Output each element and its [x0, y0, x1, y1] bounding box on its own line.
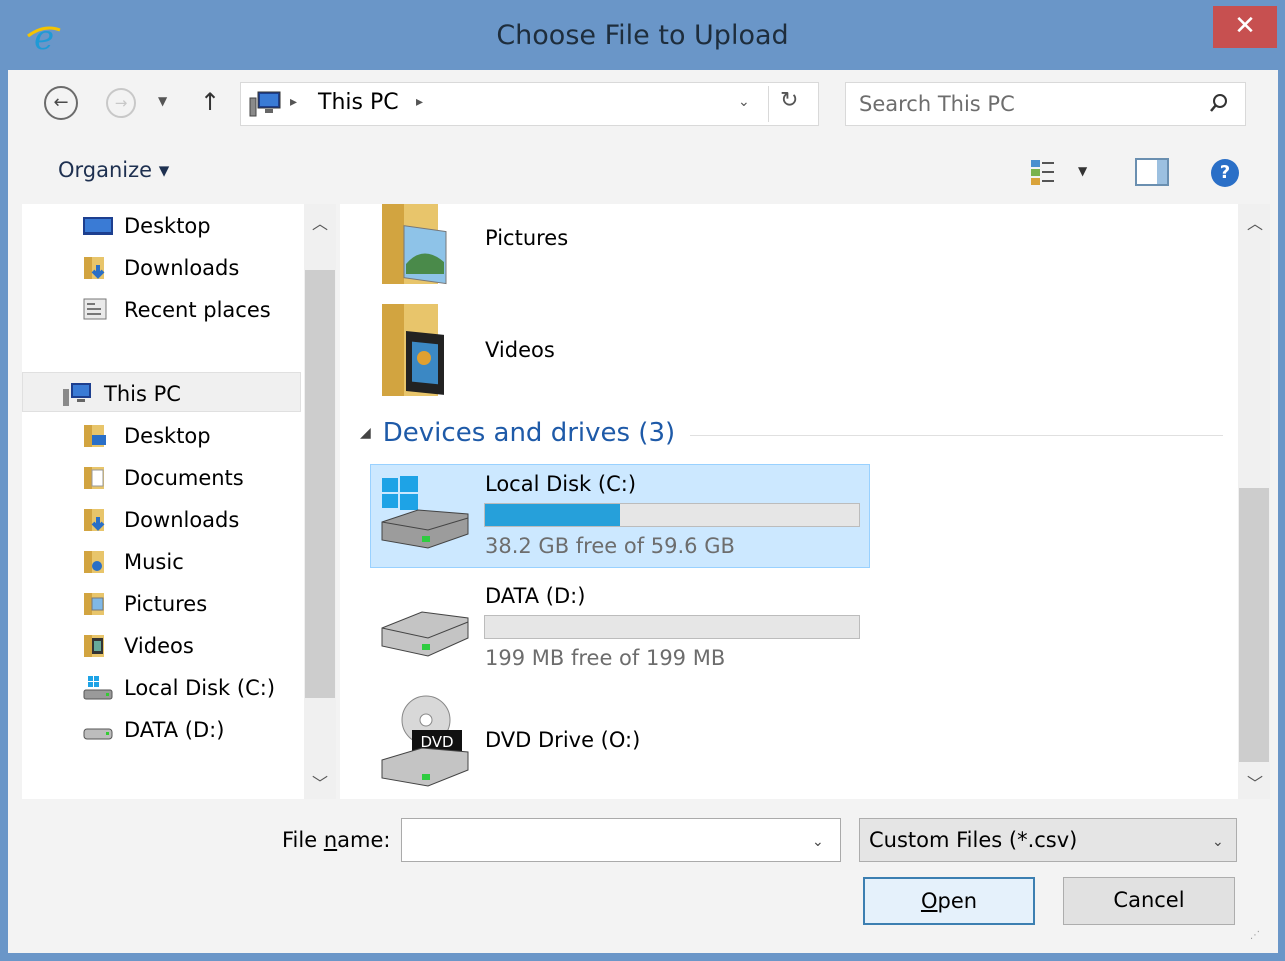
drive-name-dvd: DVD Drive (O:) — [485, 728, 641, 752]
drive-usage-fill-c — [485, 504, 620, 526]
windows-drive-icon — [381, 476, 469, 549]
nav-item-pictures[interactable]: Pictures — [82, 584, 207, 624]
filename-label-accesskey: n — [323, 828, 338, 852]
open-label: pen — [937, 889, 978, 913]
filename-label-part: ame: — [337, 828, 391, 852]
breadcrumb-separator[interactable]: ▸ — [290, 94, 297, 110]
scroll-up-arrow-icon[interactable]: ︿ — [1247, 210, 1263, 234]
window-title: Choose File to Upload — [496, 20, 789, 51]
nav-item-desktop-folder[interactable]: Desktop — [82, 416, 211, 456]
nav-item-label: Recent places — [124, 298, 271, 322]
recent-locations-dropdown[interactable]: ▼ — [158, 94, 167, 108]
folder-item-pictures[interactable]: Pictures — [485, 226, 568, 250]
filename-label: File name: — [282, 828, 390, 852]
back-button[interactable]: ← — [44, 86, 78, 120]
collapse-arrow-icon[interactable]: ◢ — [360, 425, 371, 441]
desktop-icon — [83, 217, 113, 235]
refresh-icon[interactable]: ↻ — [780, 88, 798, 113]
documents-folder-icon — [84, 467, 104, 489]
downloads-folder-icon — [84, 257, 105, 279]
chevron-down-icon[interactable]: ⌄ — [812, 834, 824, 850]
organize-menu[interactable]: Organize ▾ — [58, 158, 169, 182]
downloads-folder-icon — [84, 509, 105, 531]
nav-item-label: Videos — [124, 634, 194, 658]
divider — [768, 86, 769, 122]
open-button[interactable]: Open — [863, 877, 1035, 925]
nav-item-videos[interactable]: Videos — [82, 626, 194, 666]
breadcrumb-this-pc[interactable]: This PC — [318, 90, 399, 115]
nav-item-label: Documents — [124, 466, 244, 490]
drive-free-space-d: 199 MB free of 199 MB — [485, 646, 726, 670]
videos-folder-icon — [382, 304, 444, 396]
nav-item-recent-places[interactable]: Recent places — [82, 290, 271, 330]
drive-name-d: DATA (D:) — [485, 584, 586, 608]
group-header-label: Devices and drives (3) — [382, 418, 676, 448]
drive-usage-bar-c — [484, 503, 860, 527]
nav-item-music[interactable]: Music — [82, 542, 184, 582]
open-accesskey: O — [920, 889, 938, 913]
nav-item-label: Local Disk (C:) — [124, 676, 276, 700]
recent-places-icon — [83, 298, 107, 320]
nav-scrollbar-thumb[interactable] — [305, 270, 335, 698]
cancel-button[interactable]: Cancel — [1063, 877, 1235, 925]
nav-item-data-d[interactable]: DATA (D:) — [82, 710, 224, 750]
content-scrollbar-thumb[interactable] — [1239, 488, 1269, 762]
drive-usage-bar-d — [484, 615, 860, 639]
windows-drive-icon — [83, 676, 113, 700]
nav-item-label: DATA (D:) — [124, 718, 225, 742]
desktop-folder-icon — [84, 425, 106, 447]
nav-item-desktop[interactable]: Desktop — [82, 206, 211, 246]
preview-pane-icon[interactable] — [1135, 158, 1169, 186]
nav-item-label: Desktop — [124, 214, 211, 238]
pictures-folder-icon — [84, 593, 104, 615]
nav-item-label: Downloads — [124, 256, 240, 280]
dvd-drive-icon: DVD — [381, 695, 469, 787]
filename-input[interactable] — [406, 824, 796, 856]
drive-free-space-c: 38.2 GB free of 59.6 GB — [485, 534, 735, 558]
nav-item-label: Pictures — [124, 592, 208, 616]
videos-folder-icon — [84, 635, 104, 657]
forward-button[interactable]: → — [106, 88, 136, 118]
view-options-dropdown[interactable]: ▼ — [1078, 164, 1087, 178]
nav-item-documents[interactable]: Documents — [82, 458, 244, 498]
nav-item-downloads[interactable]: Downloads — [82, 248, 239, 288]
drive-name-c: Local Disk (C:) — [485, 472, 637, 496]
folder-item-videos[interactable]: Videos — [485, 338, 555, 362]
search-input[interactable] — [859, 88, 1189, 120]
nav-item-label: This PC — [104, 382, 181, 406]
group-divider — [690, 435, 1223, 436]
breadcrumb-separator[interactable]: ▸ — [416, 94, 423, 110]
nav-item-downloads-2[interactable]: Downloads — [82, 500, 239, 540]
this-pc-icon — [249, 91, 281, 117]
scroll-up-arrow-icon[interactable]: ︿ — [312, 210, 328, 234]
drive-icon — [83, 728, 113, 740]
address-dropdown[interactable]: ⌄ — [738, 94, 750, 110]
nav-item-label: Downloads — [124, 508, 240, 532]
filetype-selected-value: Custom Files (*.csv) — [869, 828, 1078, 852]
music-folder-icon — [84, 551, 104, 573]
scroll-down-arrow-icon[interactable]: ﹀ — [1247, 770, 1263, 794]
toolbar — [8, 142, 1278, 204]
this-pc-icon — [63, 383, 91, 406]
filename-label-part: File — [282, 828, 324, 852]
nav-item-local-disk-c[interactable]: Local Disk (C:) — [82, 668, 275, 708]
change-view-icon[interactable] — [1030, 158, 1060, 186]
help-icon[interactable]: ? — [1211, 159, 1239, 187]
group-header-devices[interactable]: ◢ Devices and drives (3) — [360, 418, 675, 448]
search-icon[interactable] — [1208, 92, 1230, 114]
pictures-folder-icon — [382, 204, 447, 285]
scroll-down-arrow-icon[interactable]: ﹀ — [312, 770, 328, 794]
nav-item-label: Music — [124, 550, 184, 574]
chevron-down-icon[interactable]: ⌄ — [1212, 834, 1224, 850]
up-button[interactable]: ↑ — [200, 88, 220, 116]
resize-grip-icon[interactable]: ⋰ — [1250, 930, 1260, 941]
nav-item-this-pc[interactable]: This PC — [62, 374, 181, 414]
close-button[interactable]: ✕ — [1213, 6, 1277, 48]
nav-item-label: Desktop — [124, 424, 211, 448]
drive-icon — [381, 611, 469, 657]
